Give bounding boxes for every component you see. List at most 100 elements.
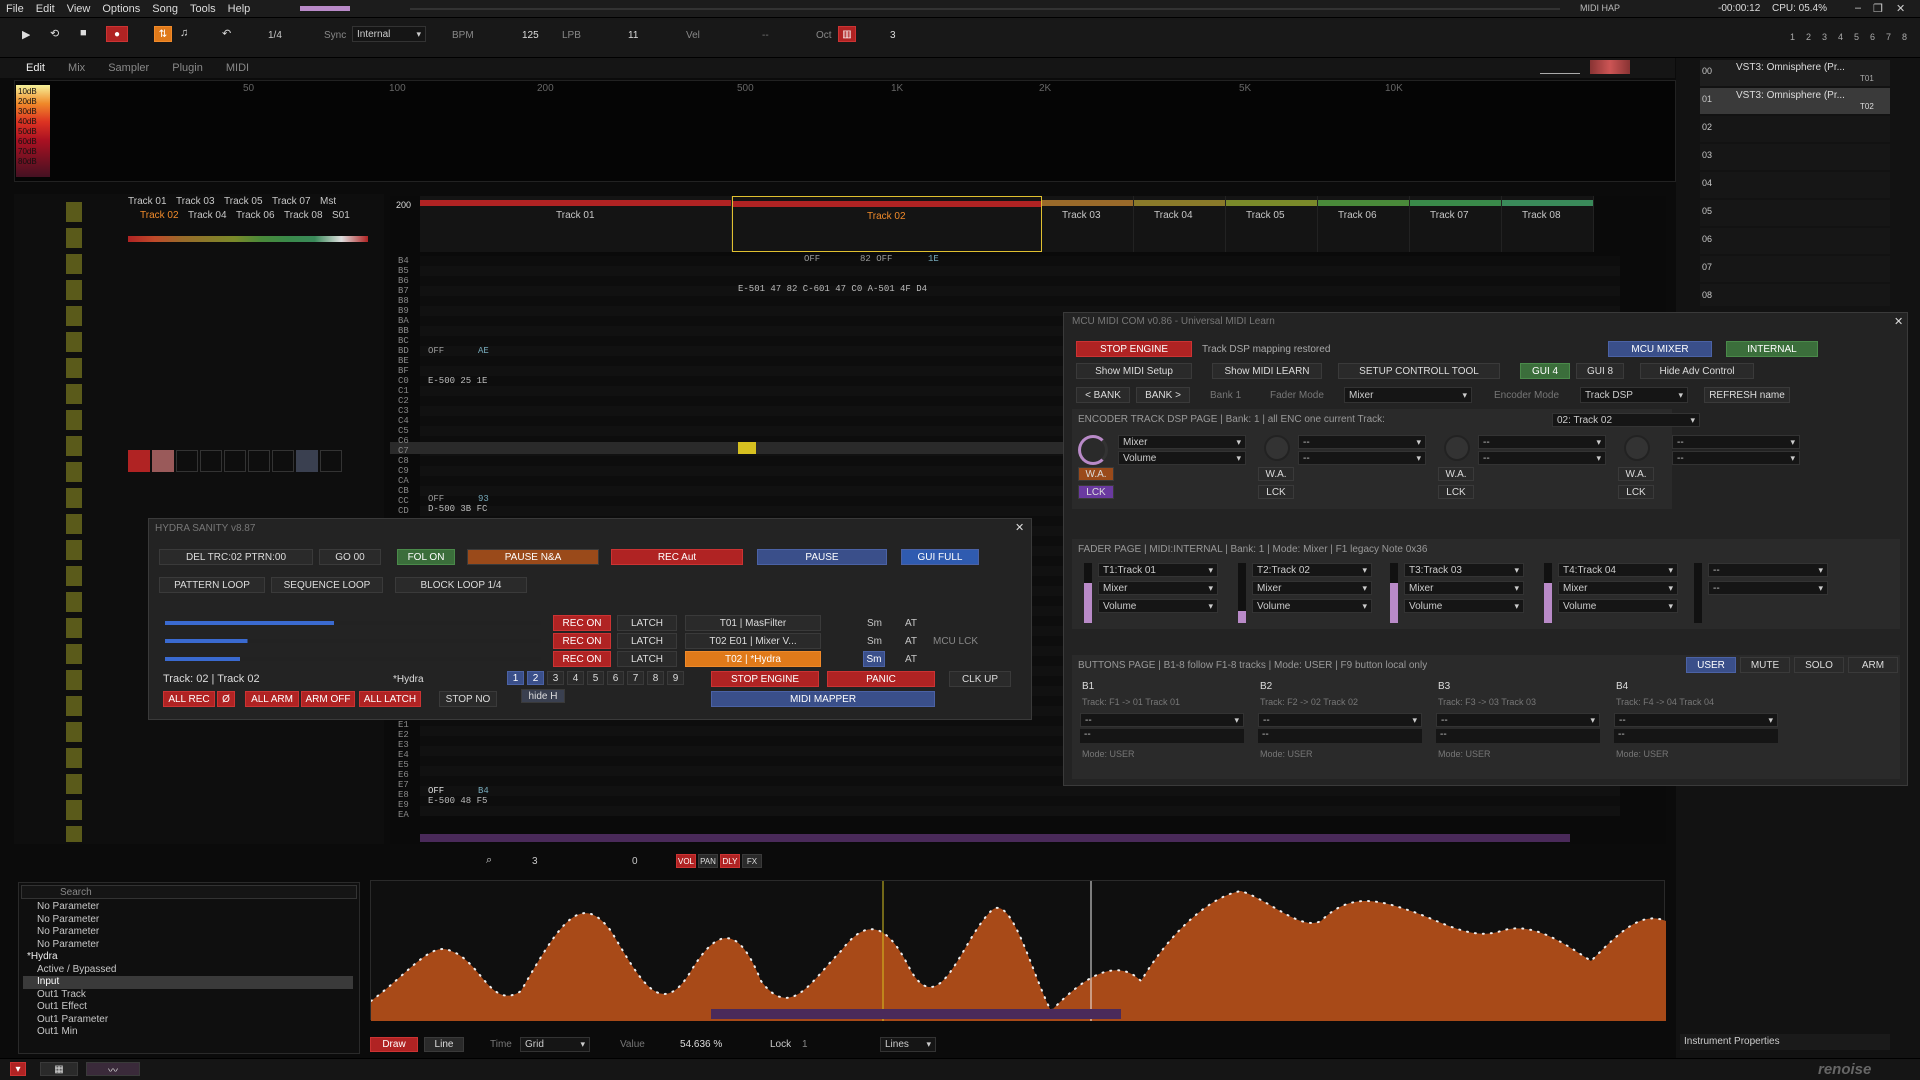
- note-cell[interactable]: 82 OFF: [860, 254, 892, 264]
- note-cell[interactable]: OFF: [428, 786, 444, 796]
- automation-editor[interactable]: [370, 880, 1667, 1021]
- close-icon[interactable]: ✕: [1896, 2, 1905, 15]
- fader-track-dropdown[interactable]: T1:Track 01: [1098, 563, 1218, 577]
- slot[interactable]: [248, 450, 270, 472]
- menu-tools[interactable]: Tools: [184, 0, 222, 18]
- menu-edit[interactable]: Edit: [30, 0, 61, 18]
- button-action-dropdown[interactable]: --: [1080, 713, 1244, 727]
- lck-button[interactable]: LCK: [1258, 485, 1294, 499]
- mixer-track-label[interactable]: Track 07: [272, 196, 311, 207]
- selection-range[interactable]: [711, 1009, 1121, 1019]
- page-button[interactable]: 3: [547, 671, 564, 685]
- all-latch-button[interactable]: ALL LATCH: [359, 691, 421, 707]
- fx-toggle[interactable]: FX: [742, 854, 762, 868]
- slot[interactable]: [152, 450, 174, 472]
- sm-toggle[interactable]: Sm: [867, 636, 882, 647]
- param-item[interactable]: No Parameter: [23, 926, 353, 939]
- draw-button[interactable]: Draw: [370, 1037, 418, 1052]
- fader-param-dropdown[interactable]: Mixer: [1404, 581, 1524, 595]
- encoder-mode-dropdown[interactable]: Track DSP: [1580, 387, 1688, 403]
- block-loop-button[interactable]: BLOCK LOOP 1/4: [395, 577, 527, 593]
- mixer-track-label[interactable]: Track 03: [176, 196, 215, 207]
- bank-next-button[interactable]: BANK >: [1136, 387, 1190, 403]
- fader-strip[interactable]: [1238, 563, 1246, 623]
- step-value[interactable]: 1/4: [268, 30, 282, 41]
- gui4-button[interactable]: GUI 4: [1520, 363, 1570, 379]
- instrument-properties-bar[interactable]: Instrument Properties: [1680, 1034, 1890, 1050]
- note-cell[interactable]: D-500 3B FC: [428, 504, 487, 514]
- param-item[interactable]: Active / Bypassed: [23, 964, 353, 977]
- lck-button[interactable]: LCK: [1078, 485, 1114, 499]
- target-button[interactable]: T01 | MasFilter: [685, 615, 821, 631]
- grid-dropdown[interactable]: Grid: [520, 1037, 590, 1052]
- lck-button[interactable]: LCK: [1618, 485, 1654, 499]
- user-button[interactable]: USER: [1686, 657, 1736, 673]
- page-button[interactable]: 8: [647, 671, 664, 685]
- wa-button[interactable]: W.A.: [1078, 467, 1114, 481]
- show-midi-learn-button[interactable]: Show MIDI LEARN: [1212, 363, 1322, 379]
- close-icon[interactable]: ✕: [1015, 521, 1024, 534]
- track-header[interactable]: Track 04: [1134, 196, 1226, 252]
- encoder-param-dropdown[interactable]: --: [1298, 451, 1426, 465]
- sm-toggle[interactable]: Sm: [863, 651, 885, 667]
- page-button[interactable]: 1: [507, 671, 524, 685]
- rec-aut-button[interactable]: REC Aut: [611, 549, 743, 565]
- note-cell[interactable]: OFF: [804, 254, 820, 264]
- target-button[interactable]: T02 E01 | Mixer V...: [685, 633, 821, 649]
- track-num-5[interactable]: 5: [1854, 32, 1866, 44]
- button-action-dropdown[interactable]: --: [1436, 713, 1600, 727]
- arm-off-button[interactable]: ARM OFF: [301, 691, 355, 707]
- fader-track-dropdown[interactable]: T4:Track 04: [1558, 563, 1678, 577]
- instrument-row[interactable]: 03: [1700, 144, 1890, 170]
- track-header[interactable]: Track 01: [420, 196, 732, 252]
- track-header[interactable]: Track 05: [1226, 196, 1318, 252]
- param-item[interactable]: Out1 Effect: [23, 1001, 353, 1014]
- fol-button[interactable]: FOL ON: [397, 549, 455, 565]
- slot[interactable]: [128, 450, 150, 472]
- note-cell[interactable]: AE: [478, 346, 489, 356]
- lck-button[interactable]: LCK: [1438, 485, 1474, 499]
- solo-button[interactable]: SOLO: [1794, 657, 1844, 673]
- hide-adv-button[interactable]: Hide Adv Control: [1640, 363, 1754, 379]
- stop-engine-button[interactable]: STOP ENGINE: [1076, 341, 1192, 357]
- latch-button[interactable]: LATCH: [617, 651, 677, 667]
- fader-param-dropdown[interactable]: Mixer: [1558, 581, 1678, 595]
- lines-dropdown[interactable]: Lines: [880, 1037, 936, 1052]
- target-button[interactable]: T02 | *Hydra: [685, 651, 821, 667]
- fader-param-dropdown[interactable]: Volume: [1098, 599, 1218, 613]
- mixer-track-label[interactable]: Track 02: [140, 210, 179, 221]
- note-cell[interactable]: 1E: [928, 254, 939, 264]
- button-note-field[interactable]: --: [1614, 729, 1778, 743]
- minimize-icon[interactable]: –: [1855, 2, 1861, 14]
- button-note-field[interactable]: --: [1436, 729, 1600, 743]
- hide-h-button[interactable]: hide H: [521, 689, 565, 703]
- rec-on-button[interactable]: REC ON: [553, 615, 611, 631]
- mixer-track-label[interactable]: Track 08: [284, 210, 323, 221]
- pattern-loop-button[interactable]: PATTERN LOOP: [159, 577, 265, 593]
- follow-button[interactable]: ⇅: [154, 26, 172, 42]
- menu-song[interactable]: Song: [146, 0, 184, 18]
- volume-bar[interactable]: [300, 6, 350, 11]
- wa-button[interactable]: W.A.: [1258, 467, 1294, 481]
- slot[interactable]: [296, 450, 318, 472]
- instrument-row[interactable]: 05: [1700, 200, 1890, 226]
- fader-param-dropdown[interactable]: --: [1708, 581, 1828, 595]
- param-item[interactable]: No Parameter: [23, 901, 353, 914]
- play-icon[interactable]: ▶: [22, 28, 30, 41]
- mixer-track-label[interactable]: S01: [332, 210, 350, 221]
- slot[interactable]: [320, 450, 342, 472]
- encoder-knob[interactable]: [1444, 435, 1470, 461]
- fader-track-dropdown[interactable]: T3:Track 03: [1404, 563, 1524, 577]
- slot[interactable]: [176, 450, 198, 472]
- button-note-field[interactable]: --: [1258, 729, 1422, 743]
- menu-options[interactable]: Options: [96, 0, 146, 18]
- undo-icon[interactable]: ↶: [222, 27, 231, 40]
- mcu-mixer-button[interactable]: MCU MIXER: [1608, 341, 1712, 357]
- pause-na-button[interactable]: PAUSE N&A: [467, 549, 599, 565]
- track-header[interactable]: Track 03: [1042, 196, 1134, 252]
- note-cell[interactable]: B4: [478, 786, 489, 796]
- page-button[interactable]: 2: [527, 671, 544, 685]
- encoder-param-dropdown[interactable]: --: [1672, 451, 1800, 465]
- gui-full-button[interactable]: GUI FULL: [901, 549, 979, 565]
- fader-strip[interactable]: [1694, 563, 1702, 623]
